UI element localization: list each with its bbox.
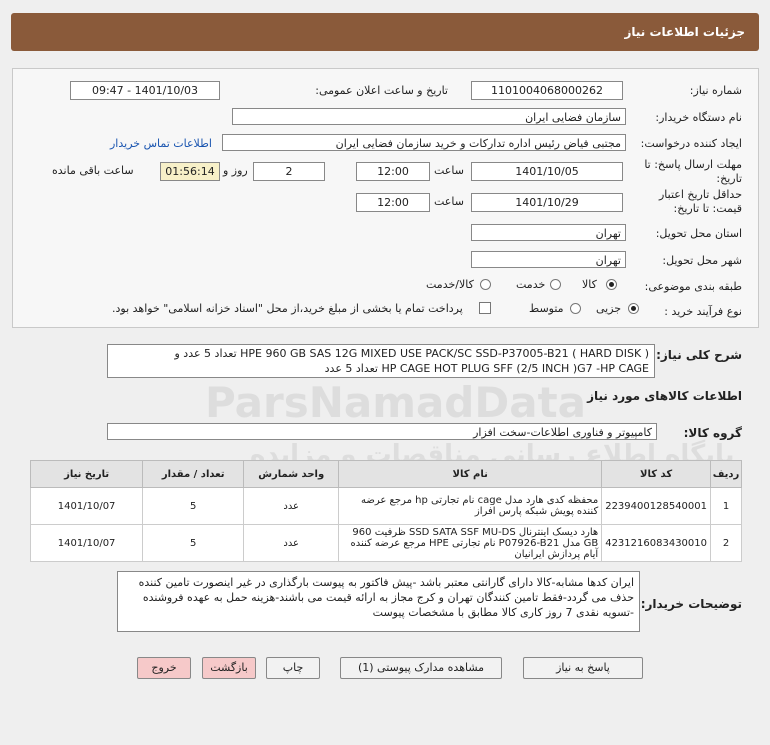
goods-table-header: ردیف کد کالا نام کالا واحد شمارش تعداد /… xyxy=(29,460,742,488)
city-label: شهر محل تحویل: xyxy=(662,254,742,267)
need-number-field: 1101004068000262 xyxy=(471,81,623,100)
cell-qty: 5 xyxy=(142,524,245,562)
process-radio-medium[interactable] xyxy=(570,303,581,314)
deadline-time-field: 12:00 xyxy=(356,162,430,181)
validity-date-field: 1401/10/29 xyxy=(471,193,623,212)
buyer-notes-box: ایران کدها مشابه-کالا دارای گارانتی معتب… xyxy=(117,571,640,632)
announce-date-label: تاریخ و ساعت اعلان عمومی: xyxy=(315,84,448,97)
creator-field: مجتبی فیاض رئیس اداره تدارکات و خرید ساز… xyxy=(222,134,626,151)
buyer-org-label: نام دستگاه خریدار: xyxy=(655,111,742,124)
page-header: جزئیات اطلاعات نیاز xyxy=(11,13,759,51)
watermark-text: ParsNamadData xyxy=(205,378,586,427)
province-field: تهران xyxy=(471,224,626,241)
need-description-box: HPE 960 GB SAS 12G MIXED USE PACK/SC SSD… xyxy=(107,344,655,378)
need-description-line-2: HP CAGE HOT PLUG SFF (2/5 INCH )G7 -HP C… xyxy=(324,362,649,375)
back-button[interactable]: بازگشت xyxy=(202,657,256,679)
city-field: تهران xyxy=(471,251,626,268)
view-attachments-button[interactable]: مشاهده مدارک پیوستی (1) xyxy=(340,657,502,679)
deadline-label: مهلت ارسال پاسخ: تا xyxy=(644,158,742,171)
announce-date-field: 1401/10/03 - 09:47 xyxy=(70,81,220,100)
category-label: طبقه بندی موضوعی: xyxy=(644,280,742,293)
col-code: کد کالا xyxy=(601,460,711,488)
goods-group-field: کامپیوتر و فناوری اطلاعات-سخت افزار xyxy=(107,423,657,440)
cell-row: 1 xyxy=(710,487,742,525)
need-number-label: شماره نیاز: xyxy=(689,84,742,97)
page-title: جزئیات اطلاعات نیاز xyxy=(624,25,745,39)
goods-section-title: اطلاعات کالاهای مورد نیاز xyxy=(587,389,742,403)
cell-code: 4231216083430010 xyxy=(601,524,711,562)
process-option-medium: متوسط xyxy=(529,302,564,315)
category-radio-service[interactable] xyxy=(550,279,561,290)
category-option-goods: کالا xyxy=(582,278,597,291)
need-description-label: شرح کلی نیاز: xyxy=(656,348,742,362)
days-remaining-field: 2 xyxy=(253,162,325,181)
cell-row: 2 xyxy=(710,524,742,562)
cell-date: 1401/10/07 xyxy=(29,524,144,562)
category-option-both: کالا/خدمت xyxy=(426,278,474,291)
payment-treasury-note: پرداخت تمام یا بخشی از مبلغ خرید،از محل … xyxy=(112,302,463,315)
deadline-date-field: 1401/10/05 xyxy=(471,162,623,181)
goods-table: ردیف کد کالا نام کالا واحد شمارش تعداد /… xyxy=(29,460,742,562)
category-radio-both[interactable] xyxy=(480,279,491,290)
deadline-date-label: تاریخ: xyxy=(716,172,742,185)
col-name: نام کالا xyxy=(338,460,603,488)
validity-date-label: قیمت: تا تاریخ: xyxy=(673,202,742,215)
table-row: 1 2239400128540001 محفظه کدی هارد مدل ca… xyxy=(29,487,742,525)
print-button[interactable]: چاپ xyxy=(266,657,320,679)
payment-treasury-checkbox[interactable] xyxy=(479,302,491,314)
validity-time-label: ساعت xyxy=(434,195,464,208)
remaining-time-field: 01:56:14 xyxy=(160,162,220,181)
col-qty: تعداد / مقدار xyxy=(142,460,245,488)
goods-group-label: گروه کالا: xyxy=(683,426,742,440)
exit-button[interactable]: خروج xyxy=(137,657,191,679)
cell-unit: عدد xyxy=(243,524,340,562)
buyer-org-field: سازمان فضایی ایران xyxy=(232,108,626,125)
reply-button[interactable]: پاسخ به نیاز xyxy=(523,657,643,679)
remaining-time-label: ساعت باقی مانده xyxy=(52,164,134,177)
col-date: تاریخ نیاز xyxy=(29,460,144,488)
buyer-notes-label: توضیحات خریدار: xyxy=(640,597,742,611)
validity-time-field: 12:00 xyxy=(356,193,430,212)
deadline-time-label: ساعت xyxy=(434,164,464,177)
cell-qty: 5 xyxy=(142,487,245,525)
days-label: روز و xyxy=(223,164,248,177)
process-option-minor: جزیی xyxy=(596,302,622,315)
table-row: 2 4231216083430010 هارد دیسک اینترنال SS… xyxy=(29,524,742,562)
province-label: استان محل تحویل: xyxy=(655,227,742,240)
cell-code: 2239400128540001 xyxy=(601,487,711,525)
cell-unit: عدد xyxy=(243,487,340,525)
category-option-service: خدمت xyxy=(516,278,546,291)
validity-label: حداقل تاریخ اعتبار xyxy=(658,188,742,201)
col-row: ردیف xyxy=(710,460,742,488)
buyer-contact-link[interactable]: اطلاعات تماس خریدار xyxy=(110,137,212,150)
need-description-line-1: HPE 960 GB SAS 12G MIXED USE PACK/SC SSD… xyxy=(174,347,650,360)
cell-date: 1401/10/07 xyxy=(29,487,144,525)
process-radio-minor[interactable] xyxy=(628,303,639,314)
process-type-label: نوع فرآیند خرید : xyxy=(664,305,742,318)
cell-name: هارد دیسک اینترنال SSD SATA SSF MU-DS ظر… xyxy=(338,524,603,562)
category-radio-goods[interactable] xyxy=(606,279,617,290)
creator-label: ایجاد کننده درخواست: xyxy=(640,137,742,150)
col-unit: واحد شمارش xyxy=(243,460,340,488)
cell-name: محفظه کدی هارد مدل cage نام تجارتی hp مر… xyxy=(338,487,603,525)
